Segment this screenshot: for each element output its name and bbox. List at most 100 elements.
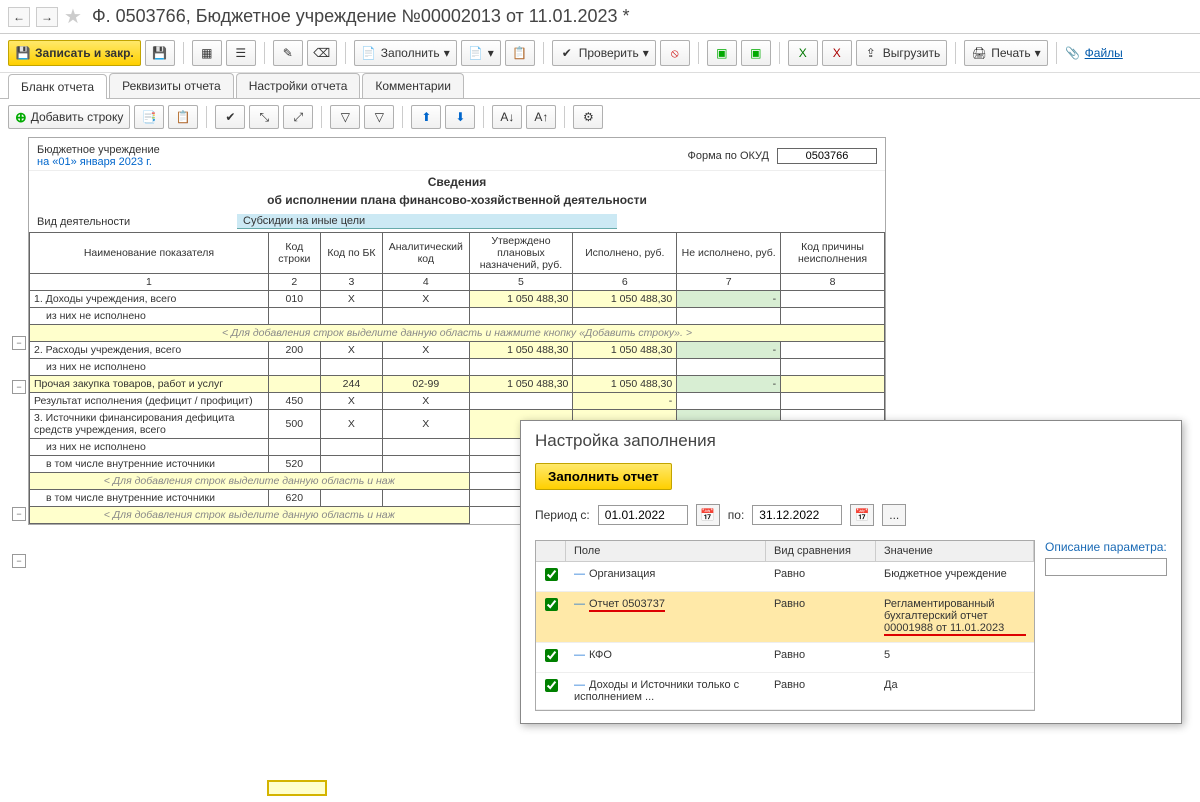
period-picker-button[interactable]: ... xyxy=(882,504,906,526)
eraser-button[interactable]: ⌫ xyxy=(307,40,337,66)
param-row[interactable]: —КФОРавно5 xyxy=(536,643,1034,673)
up-button[interactable]: ⬆ xyxy=(411,105,441,129)
tab-requisites[interactable]: Реквизиты отчета xyxy=(109,73,234,98)
sort-az-button[interactable]: A↓ xyxy=(492,105,522,129)
report-title: Сведения xyxy=(29,170,885,193)
param-desc-input[interactable] xyxy=(1045,558,1167,576)
col-value: Значение xyxy=(876,541,1034,561)
export-button[interactable]: ⇪Выгрузить xyxy=(856,40,948,66)
col-header: Код причины неисполнения xyxy=(781,233,885,274)
form-add-icon: ▣ xyxy=(748,45,764,61)
calendar-to-button[interactable]: 📅 xyxy=(850,504,874,526)
fill-button[interactable]: 📄Заполнить▾ xyxy=(354,40,457,66)
check-sub-button[interactable]: ✔ xyxy=(215,105,245,129)
table-row[interactable]: Результат исполнения (дефицит / профицит… xyxy=(30,393,885,410)
page-title: Ф. 0503766, Бюджетное учреждение №000020… xyxy=(92,6,630,27)
table-row[interactable]: из них не исполнено xyxy=(30,308,885,325)
title-bar: ← → ★ Ф. 0503766, Бюджетное учреждение №… xyxy=(0,0,1200,34)
param-row[interactable]: —Доходы и Источники только с исполнением… xyxy=(536,673,1034,710)
activity-label: Вид деятельности xyxy=(37,216,237,228)
form1-button[interactable]: ▣ xyxy=(707,40,737,66)
form2-button[interactable]: ▣ xyxy=(741,40,771,66)
period-to-input[interactable] xyxy=(752,505,842,525)
table-row[interactable]: 2. Расходы учреждения, всего200XX1 050 4… xyxy=(30,342,885,359)
doc-icon: 📄 xyxy=(468,45,484,61)
check-button[interactable]: ✔Проверить▾ xyxy=(552,40,656,66)
activity-value[interactable]: Субсидии на иные цели xyxy=(237,214,617,229)
save-close-button[interactable]: 💾Записать и закр. xyxy=(8,40,141,66)
arrow-up-icon: ⬆ xyxy=(418,109,434,125)
param-checkbox[interactable] xyxy=(545,598,558,611)
files-link[interactable]: Файлы xyxy=(1085,46,1123,60)
star-icon[interactable]: ★ xyxy=(64,4,82,29)
param-checkbox[interactable] xyxy=(545,568,558,581)
paste-button[interactable]: 📋 xyxy=(168,105,198,129)
collapse-button[interactable]: ⤢ xyxy=(283,105,313,129)
param-checkbox[interactable] xyxy=(545,679,558,692)
edit-button[interactable]: ✎ xyxy=(273,40,303,66)
tree-toggle[interactable]: − xyxy=(12,336,26,350)
form-code-input[interactable] xyxy=(777,148,877,164)
col-field: Поле xyxy=(566,541,766,561)
form-code-label: Форма по ОКУД xyxy=(688,150,770,162)
list-button[interactable]: ☰ xyxy=(226,40,256,66)
selected-cell[interactable] xyxy=(267,780,327,796)
col-header: Наименование показателя xyxy=(30,233,269,274)
param-compare: Равно xyxy=(766,647,876,663)
col-num: 6 xyxy=(573,274,677,291)
expand-button[interactable]: ⤡ xyxy=(249,105,279,129)
col-header: Не исполнено, руб. xyxy=(677,233,781,274)
param-row[interactable]: —Отчет 0503737РавноРегламентированный бу… xyxy=(536,592,1034,643)
col-num: 5 xyxy=(469,274,573,291)
expand-icon: ⤡ xyxy=(256,109,272,125)
print-button[interactable]: 🖨Печать▾ xyxy=(964,40,1047,66)
tab-comments[interactable]: Комментарии xyxy=(362,73,464,98)
tab-blank[interactable]: Бланк отчета xyxy=(8,74,107,99)
chevron-down-icon: ▾ xyxy=(488,46,494,60)
excel-red-icon: X xyxy=(829,45,845,61)
config-button[interactable]: ⚙ xyxy=(573,105,603,129)
cancel-icon: ⦸ xyxy=(667,45,683,61)
param-checkbox[interactable] xyxy=(545,649,558,662)
table-row[interactable]: из них не исполнено xyxy=(30,359,885,376)
fill-alt-button[interactable]: 📋 xyxy=(505,40,535,66)
excel-button[interactable]: X xyxy=(788,40,818,66)
tree-toggle[interactable]: − xyxy=(12,554,26,568)
fill-report-button[interactable]: Заполнить отчет xyxy=(535,463,672,490)
param-field: —Доходы и Источники только с исполнением… xyxy=(566,677,766,705)
param-description-panel: Описание параметра: xyxy=(1045,540,1167,711)
param-row[interactable]: —ОрганизацияРавноБюджетное учреждение xyxy=(536,562,1034,592)
calendar-from-button[interactable]: 📅 xyxy=(696,504,720,526)
sub-toolbar: ⊕Добавить строку 📑 📋 ✔ ⤡ ⤢ ▽ ▽ ⬆ ⬇ A↓ A↑… xyxy=(0,99,1200,135)
tab-settings[interactable]: Настройки отчета xyxy=(236,73,361,98)
copy-icon: 📑 xyxy=(141,109,157,125)
tree-toggle[interactable]: − xyxy=(12,507,26,521)
sort-za-button[interactable]: A↑ xyxy=(526,105,556,129)
grid-button[interactable]: ▦ xyxy=(192,40,222,66)
sort-za-icon: A↑ xyxy=(533,109,549,125)
table-row[interactable]: < Для добавления строк выделите данную о… xyxy=(30,325,885,342)
export-icon: ⇪ xyxy=(863,45,879,61)
add-row-button[interactable]: ⊕Добавить строку xyxy=(8,105,130,129)
down-button[interactable]: ⬇ xyxy=(445,105,475,129)
clip-icon[interactable]: 📎 xyxy=(1065,45,1081,61)
param-field: —КФО xyxy=(566,647,766,663)
period-from-input[interactable] xyxy=(598,505,688,525)
fill-extra-button[interactable]: 📄▾ xyxy=(461,40,501,66)
save-button[interactable]: 💾 xyxy=(145,40,175,66)
col-compare: Вид сравнения xyxy=(766,541,876,561)
nav-forward-button[interactable]: → xyxy=(36,7,58,27)
tree-toggle[interactable]: − xyxy=(12,380,26,394)
col-num: 2 xyxy=(268,274,320,291)
collapse-icon: ⤢ xyxy=(290,109,306,125)
nav-back-button[interactable]: ← xyxy=(8,7,30,27)
cancel-check-button[interactable]: ⦸ xyxy=(660,40,690,66)
table-row[interactable]: 1. Доходы учреждения, всего010XX1 050 48… xyxy=(30,291,885,308)
filter1-button[interactable]: ▽ xyxy=(330,105,360,129)
excel-red-button[interactable]: X xyxy=(822,40,852,66)
table-row[interactable]: Прочая закупка товаров, работ и услуг244… xyxy=(30,376,885,393)
col-num: 3 xyxy=(320,274,382,291)
chevron-down-icon: ▾ xyxy=(444,46,450,60)
filter2-button[interactable]: ▽ xyxy=(364,105,394,129)
copy-button[interactable]: 📑 xyxy=(134,105,164,129)
